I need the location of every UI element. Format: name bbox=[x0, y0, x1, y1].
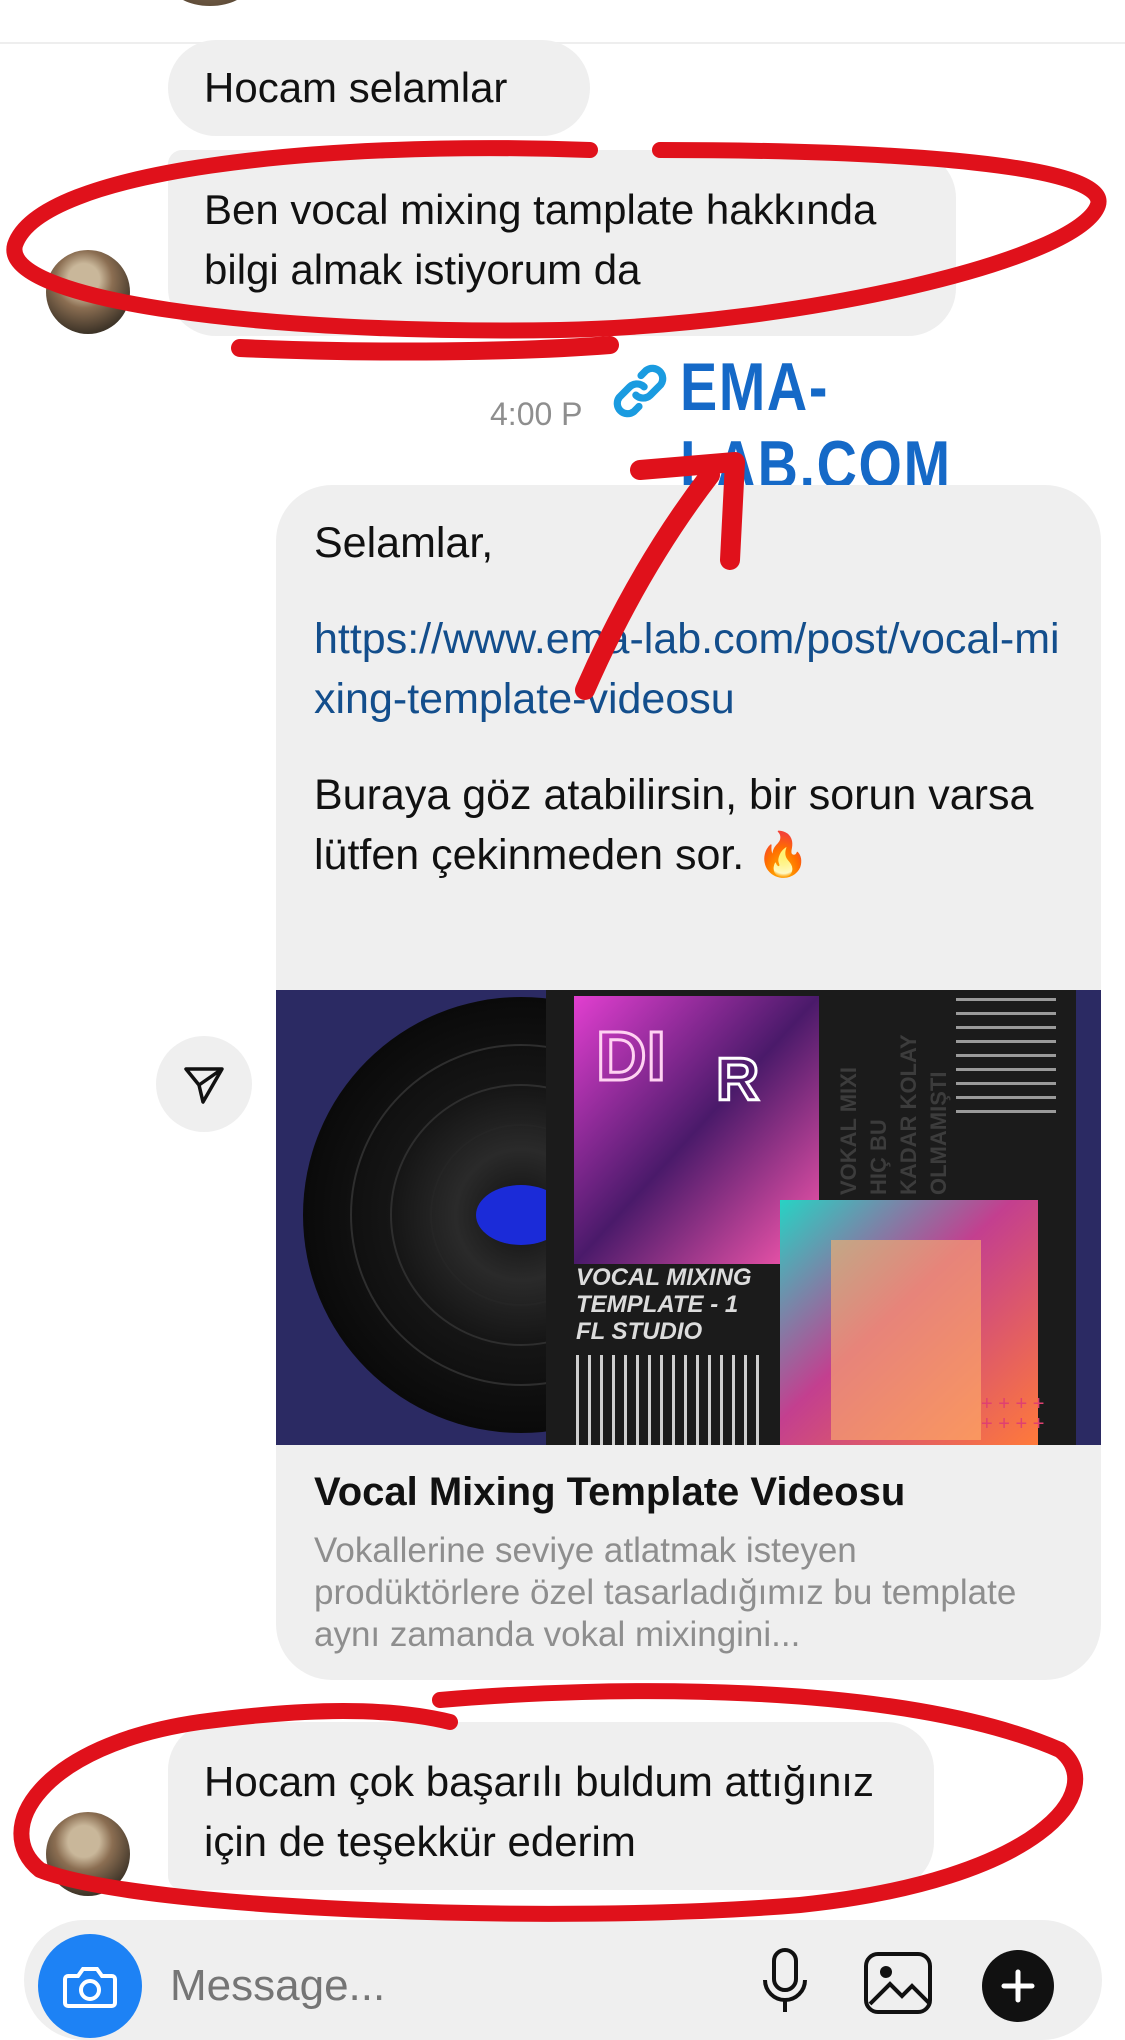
message-timestamp: 4:00 P bbox=[490, 396, 583, 432]
svg-text:FL STUDIO: FL STUDIO bbox=[576, 1318, 703, 1345]
gallery-icon[interactable] bbox=[862, 1948, 936, 2018]
camera-icon bbox=[63, 1967, 117, 2008]
link-preview-title[interactable]: Vocal Mixing Template Videosu bbox=[314, 1470, 905, 1515]
annotation-underline bbox=[231, 336, 619, 361]
svg-text:OLMAMIŞTI: OLMAMIŞTI bbox=[926, 1072, 951, 1195]
partner-avatar-top[interactable] bbox=[170, 0, 250, 6]
preview-image-text: VOCAL MIXING bbox=[576, 1264, 752, 1291]
sent-message[interactable]: Selamlar, https://www.ema-lab.com/post/v… bbox=[276, 485, 1101, 1680]
svg-text:+ + + +: + + + + bbox=[981, 1413, 1044, 1435]
plus-icon bbox=[1001, 1969, 1035, 2003]
message-link[interactable]: https://www.ema-lab.com/post/vocal-mixin… bbox=[314, 609, 1074, 729]
microphone-icon[interactable] bbox=[755, 1946, 815, 2016]
share-button[interactable] bbox=[156, 1036, 252, 1132]
camera-button[interactable] bbox=[38, 1934, 142, 2038]
svg-text:R: R bbox=[716, 1046, 759, 1113]
partner-avatar[interactable] bbox=[46, 1812, 130, 1896]
greeting-text: Selamlar, bbox=[314, 519, 494, 567]
svg-text:TEMPLATE - 1: TEMPLATE - 1 bbox=[576, 1291, 738, 1318]
received-message[interactable]: Hocam selamlar bbox=[168, 40, 590, 136]
link-preview-image[interactable]: DI R VOCAL MIXING TEMPLATE - 1 FL STUDIO bbox=[276, 990, 1101, 1445]
received-message[interactable]: Hocam çok başarılı buldum attığınız için… bbox=[168, 1722, 934, 1890]
preview-artwork: DI R VOCAL MIXING TEMPLATE - 1 FL STUDIO bbox=[276, 990, 1101, 1445]
received-message[interactable]: Ben vocal mixing tamplate hakkında bilgi… bbox=[168, 150, 956, 336]
svg-text:DI: DI bbox=[596, 1017, 666, 1095]
plus-button[interactable] bbox=[982, 1950, 1054, 2022]
link-preview-description: Vokallerine seviye atlatmak isteyen prod… bbox=[314, 1531, 1017, 1654]
partner-username: fourwes bbox=[285, 0, 383, 6]
svg-text:KADAR KOLAY: KADAR KOLAY bbox=[896, 1034, 921, 1195]
sent-message-text: Selamlar, https://www.ema-lab.com/post/v… bbox=[314, 513, 1074, 885]
share-icon bbox=[184, 1067, 224, 1104]
svg-text:+ + + +: + + + + bbox=[981, 1393, 1044, 1415]
link-icon bbox=[613, 364, 667, 418]
watermark-text: EMA-LAB.COM bbox=[680, 349, 952, 503]
message-input[interactable] bbox=[168, 1960, 552, 2012]
svg-text:HIÇ BU: HIÇ BU bbox=[866, 1119, 891, 1195]
svg-text:VOKAL MIXI: VOKAL MIXI bbox=[836, 1067, 861, 1195]
message-body: Buraya göz atabilirsin, bir sorun varsa … bbox=[314, 771, 1034, 879]
fire-emoji: 🔥 bbox=[756, 831, 810, 879]
partner-avatar[interactable] bbox=[46, 250, 130, 334]
